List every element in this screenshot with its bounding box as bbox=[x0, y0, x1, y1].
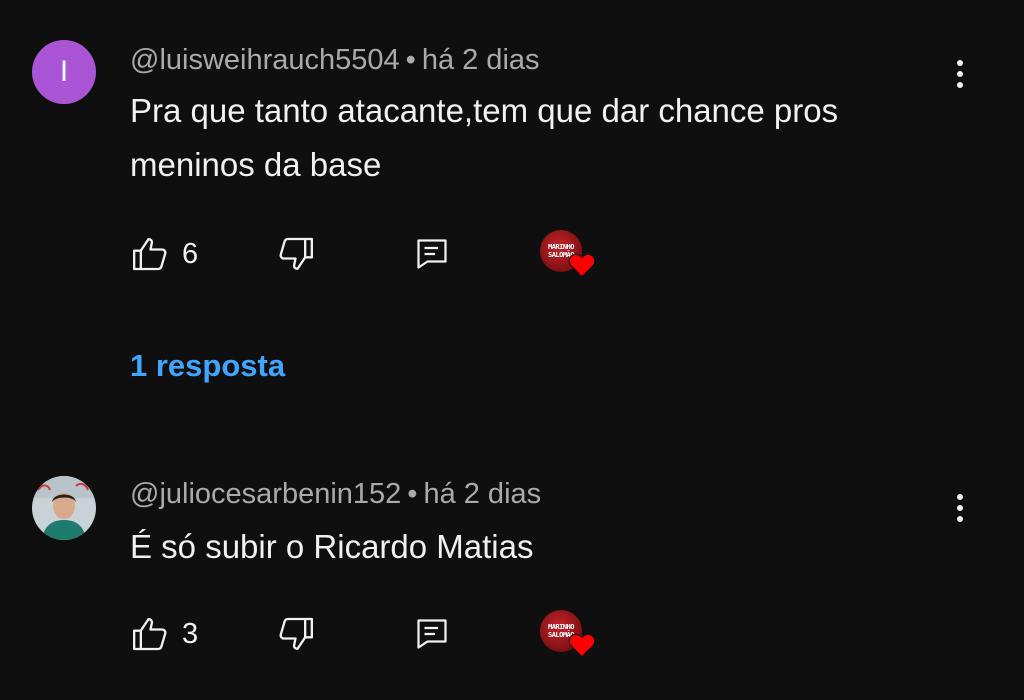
comment-text: É só subir o Ricardo Matias bbox=[130, 528, 534, 565]
thumbs-up-icon bbox=[133, 238, 167, 271]
reply-button[interactable] bbox=[414, 232, 450, 276]
more-options-icon-dot bbox=[957, 60, 963, 66]
comment-text: Pra que tanto atacante,tem que dar chanc… bbox=[130, 92, 839, 183]
user-photo-icon bbox=[32, 476, 96, 540]
timestamp[interactable]: há 2 dias bbox=[422, 44, 540, 76]
thumbs-down-icon bbox=[279, 237, 313, 270]
reply-comment-icon bbox=[417, 239, 447, 269]
comment-meta: @luisweihrauch5504 • há 2 dias bbox=[130, 44, 540, 77]
heart-icon bbox=[568, 633, 596, 658]
more-options-icon-dot bbox=[957, 505, 963, 511]
comment-meta: @juliocesarbenin152 • há 2 dias bbox=[130, 478, 541, 511]
view-replies-button[interactable]: 1 resposta bbox=[130, 348, 285, 384]
like-button[interactable]: 6 bbox=[130, 232, 198, 276]
more-options-icon-dot bbox=[957, 516, 963, 522]
username[interactable]: @luisweihrauch5504 bbox=[130, 44, 400, 76]
thumbs-down-icon bbox=[279, 617, 313, 650]
like-count: 3 bbox=[182, 617, 199, 650]
avatar[interactable]: I bbox=[32, 40, 96, 104]
creator-heart-badge: MARINHO SALOMÃO bbox=[540, 230, 596, 280]
more-options-button[interactable] bbox=[942, 486, 978, 530]
separator-dot: • bbox=[407, 478, 418, 510]
avatar-letter: I bbox=[59, 55, 69, 88]
like-button[interactable]: 3 bbox=[130, 612, 198, 656]
separator-dot: • bbox=[405, 44, 416, 76]
reply-comment-icon bbox=[417, 619, 447, 649]
like-count: 6 bbox=[182, 237, 199, 270]
reply-button[interactable] bbox=[414, 612, 450, 656]
comment-actions: 6 MARINHO SALOMÃO bbox=[130, 230, 630, 278]
thumbs-up-icon bbox=[133, 618, 167, 651]
dislike-button[interactable] bbox=[276, 612, 316, 656]
more-options-icon-dot bbox=[957, 71, 963, 77]
heart-icon bbox=[568, 253, 596, 278]
dislike-button[interactable] bbox=[276, 232, 316, 276]
more-options-icon-dot bbox=[957, 494, 963, 500]
username[interactable]: @juliocesarbenin152 bbox=[130, 478, 401, 510]
more-options-button[interactable] bbox=[942, 52, 978, 96]
more-options-icon-dot bbox=[957, 82, 963, 88]
timestamp[interactable]: há 2 dias bbox=[423, 478, 541, 510]
creator-heart-badge: MARINHO SALOMÃO bbox=[540, 610, 596, 660]
avatar[interactable] bbox=[32, 476, 96, 540]
comment-actions: 3 MARINHO SALOMÃO bbox=[130, 610, 630, 658]
